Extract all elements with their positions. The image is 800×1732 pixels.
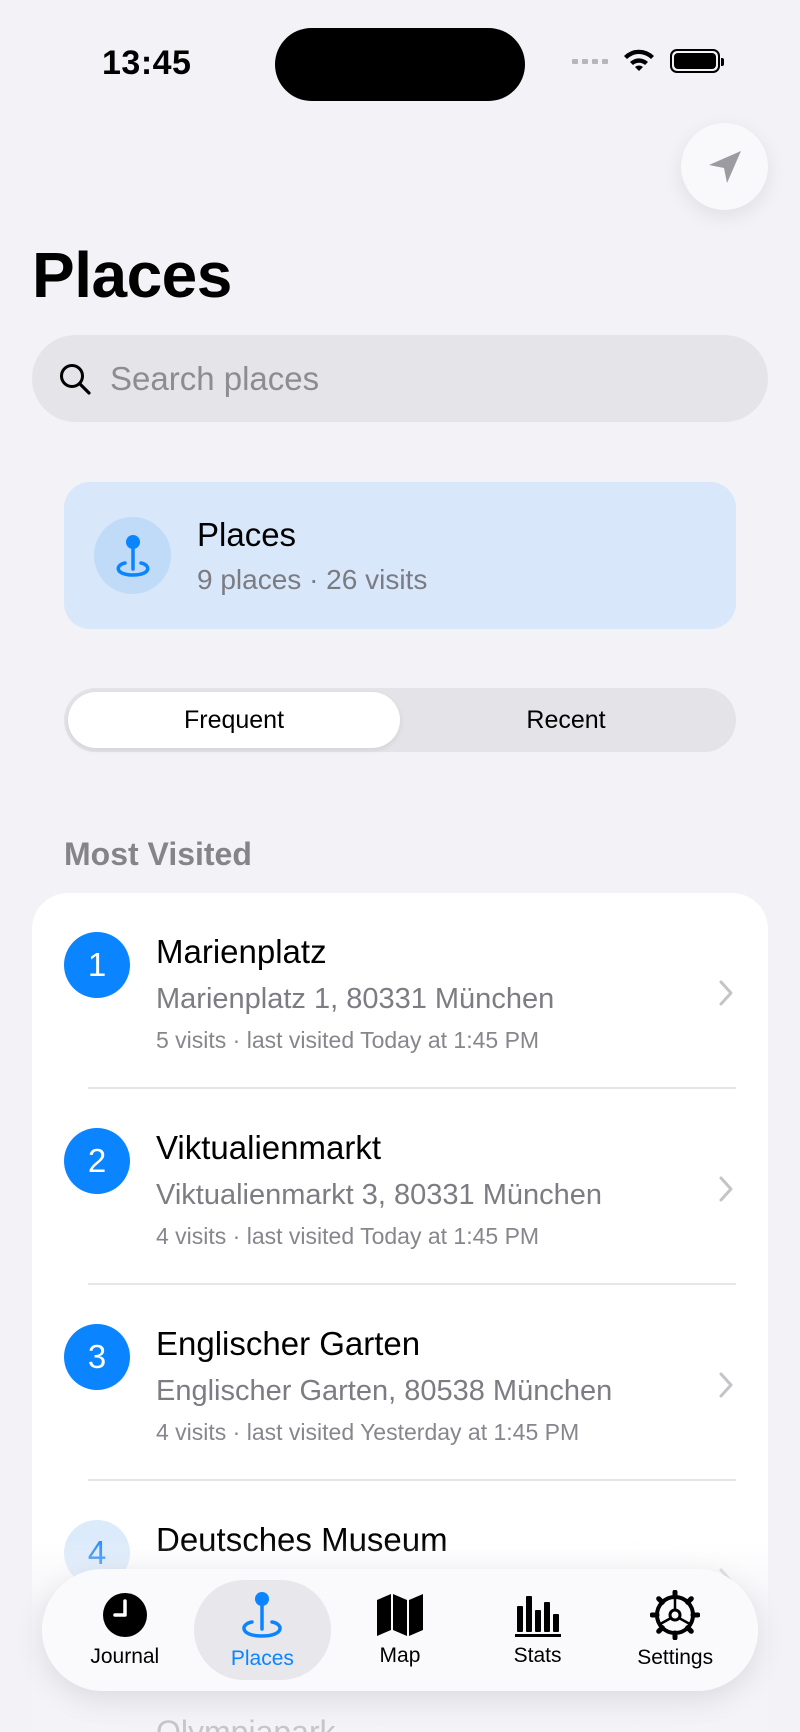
- page-title: Places: [32, 239, 232, 311]
- tab-label: Stats: [513, 1644, 562, 1667]
- tab-stats[interactable]: Stats: [469, 1580, 607, 1680]
- segment-recent[interactable]: Recent: [400, 692, 732, 748]
- tab-label: Settings: [637, 1646, 714, 1669]
- tab-label: Places: [230, 1647, 294, 1670]
- map-icon: [376, 1594, 423, 1636]
- bar-chart-icon: [514, 1596, 561, 1637]
- location-arrow-icon: [708, 150, 741, 183]
- sort-segmented-control[interactable]: Frequent Recent: [64, 688, 736, 752]
- pin-icon: [242, 1592, 283, 1638]
- chevron-right-icon: [719, 1372, 733, 1398]
- places-summary-card[interactable]: Places 9 places · 26 visits: [64, 482, 736, 629]
- battery-icon: [670, 49, 724, 73]
- place-name: Englischer Garten: [156, 1325, 421, 1362]
- place-address: Englischer Garten, 80538 München: [156, 1375, 613, 1407]
- summary-icon-circle: [94, 517, 171, 594]
- gear-icon: [650, 1590, 701, 1640]
- dynamic-island: [275, 28, 525, 101]
- list-item[interactable]: 2 Viktualienmarkt Viktualienmarkt 3, 803…: [32, 1089, 768, 1285]
- segment-frequent[interactable]: Frequent: [68, 692, 400, 748]
- place-address: Marienplatz 1, 80331 München: [156, 983, 555, 1015]
- place-name: Marienplatz: [156, 933, 327, 970]
- pin-icon: [116, 534, 149, 577]
- tab-map[interactable]: Map: [331, 1580, 469, 1680]
- section-header: Most Visited: [64, 836, 252, 872]
- clock-icon: [102, 1593, 147, 1637]
- tab-bar: Journal Places Map Stats Settings: [42, 1569, 758, 1691]
- place-name: Viktualienmarkt: [156, 1129, 381, 1166]
- place-visit-info: 4 visits · last visited Today at 1:45 PM: [156, 1223, 540, 1249]
- tab-label: Journal: [90, 1645, 160, 1668]
- rank-badge: 3: [64, 1324, 130, 1390]
- tab-journal[interactable]: Journal: [56, 1580, 194, 1680]
- tab-places[interactable]: Places: [193, 1580, 332, 1680]
- chevron-right-icon: [719, 980, 733, 1006]
- search-bar[interactable]: [32, 335, 768, 422]
- place-address: Viktualienmarkt 3, 80331 München: [156, 1179, 603, 1211]
- status-time: 13:45: [102, 44, 192, 82]
- list-item[interactable]: 1 Marienplatz Marienplatz 1, 80331 Münch…: [32, 893, 768, 1089]
- list-item[interactable]: 3 Englischer Garten Englischer Garten, 8…: [32, 1285, 768, 1481]
- search-icon: [60, 363, 91, 395]
- summary-text: Places 9 places · 26 visits: [197, 516, 427, 596]
- tab-settings[interactable]: Settings: [606, 1580, 744, 1680]
- search-input[interactable]: [110, 359, 710, 398]
- next-place-name: Olympiapark: [156, 1714, 336, 1732]
- place-visit-info: 5 visits · last visited Today at 1:45 PM: [156, 1027, 540, 1053]
- wifi-icon: [624, 49, 654, 71]
- rank-badge: 1: [64, 932, 130, 998]
- summary-title: Places: [197, 515, 297, 553]
- place-visit-info: 4 visits · last visited Yesterday at 1:4…: [156, 1419, 580, 1445]
- rank-badge: 2: [64, 1128, 130, 1194]
- current-location-button[interactable]: [681, 123, 768, 210]
- tab-label: Map: [379, 1644, 421, 1667]
- chevron-right-icon: [719, 1176, 733, 1202]
- summary-subtitle: 9 places · 26 visits: [197, 563, 428, 595]
- cellular-icon: [572, 58, 608, 64]
- status-indicators: [572, 48, 724, 74]
